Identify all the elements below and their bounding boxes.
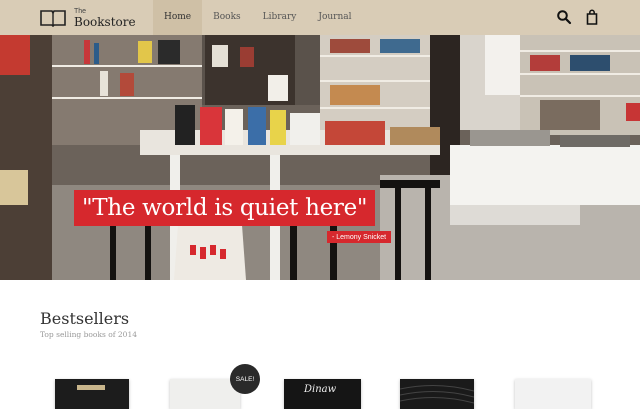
book-cover-pattern: [400, 384, 474, 404]
brand-name: The Bookstore: [74, 8, 136, 28]
hero-quote: "The world is quiet here": [74, 190, 376, 226]
nav-item-journal[interactable]: Journal: [307, 0, 362, 35]
book-cover[interactable]: [55, 379, 129, 409]
nav-item-library[interactable]: Library: [252, 0, 308, 35]
main-nav: Home Books Library Journal: [153, 0, 363, 35]
book-cover[interactable]: [170, 379, 240, 409]
brand-small-text: The: [74, 8, 87, 15]
shopping-bag-icon[interactable]: [584, 9, 600, 25]
book-cover-title: Dinaw: [304, 384, 337, 395]
nav-item-books[interactable]: Books: [202, 0, 252, 35]
bestsellers-title: Bestsellers: [40, 309, 130, 328]
hero-quote-text: "The world is quiet here": [82, 195, 368, 221]
search-icon[interactable]: [556, 9, 572, 25]
book-cover[interactable]: Dinaw: [284, 379, 361, 409]
sale-badge-text: SALE!: [235, 375, 255, 383]
book-cover[interactable]: [515, 379, 591, 409]
bookstore-interior-image: [0, 35, 640, 280]
top-navigation-bar: The Bookstore Home Books Library Journal: [0, 0, 640, 35]
hero-author-text: - Lemony Snicket: [332, 233, 387, 241]
book-cover[interactable]: [400, 379, 474, 409]
hero-author: - Lemony Snicket: [327, 231, 392, 243]
hero-banner: "The world is quiet here" - Lemony Snick…: [0, 35, 640, 280]
nav-item-home[interactable]: Home: [153, 0, 203, 35]
book-cover-band: [77, 385, 105, 390]
brand-logo[interactable]: The Bookstore: [40, 6, 136, 30]
sale-badge: SALE!: [230, 364, 260, 394]
brand-main-text: Bookstore: [74, 15, 136, 29]
open-book-icon: [40, 10, 66, 27]
bestsellers-subtitle: Top selling books of 2014: [40, 330, 137, 339]
